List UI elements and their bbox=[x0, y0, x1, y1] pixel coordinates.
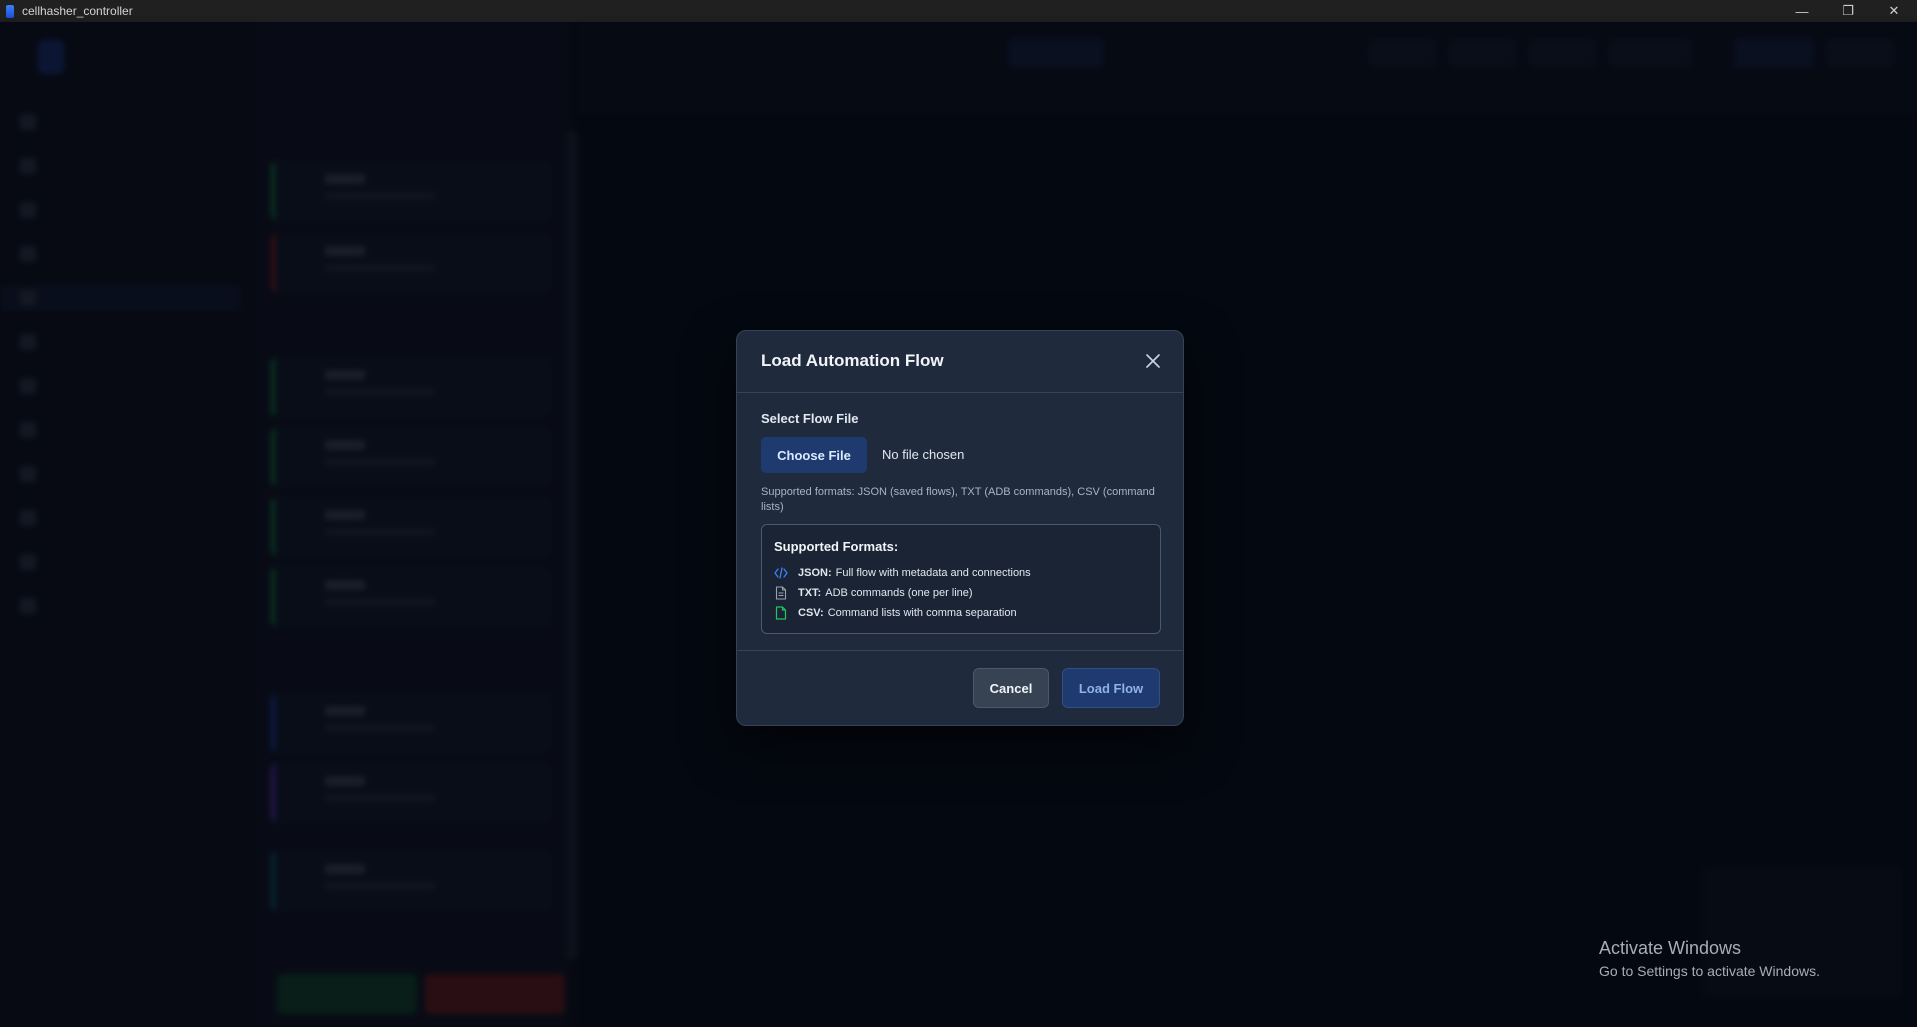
window-controls: — ❐ ✕ bbox=[1779, 0, 1917, 22]
dialog-footer-divider bbox=[737, 650, 1183, 651]
close-window-button[interactable]: ✕ bbox=[1871, 0, 1917, 22]
watermark-title: Activate Windows bbox=[1599, 938, 1742, 958]
format-item-csv: CSV: Command lists with comma separation bbox=[774, 605, 1017, 621]
file-icon bbox=[774, 606, 788, 620]
restore-button[interactable]: ❐ bbox=[1825, 0, 1871, 22]
format-item-json: JSON: Full flow with metadata and connec… bbox=[774, 565, 1031, 581]
format-item-txt: TXT: ADB commands (one per line) bbox=[774, 585, 973, 601]
file-field-label: Select Flow File bbox=[761, 411, 859, 426]
format-name: CSV: bbox=[798, 607, 824, 619]
format-name: TXT: bbox=[798, 587, 822, 599]
file-status-text: No file chosen bbox=[882, 447, 965, 462]
close-icon bbox=[1146, 354, 1160, 368]
load-flow-button[interactable]: Load Flow bbox=[1062, 668, 1160, 708]
cancel-button[interactable]: Cancel bbox=[973, 668, 1049, 708]
supported-formats-panel: Supported Formats: JSON: Full flow with … bbox=[761, 524, 1161, 634]
document-icon bbox=[774, 586, 788, 600]
watermark-subtitle: Go to Settings to activate Windows. bbox=[1599, 963, 1820, 979]
format-name: JSON: bbox=[798, 567, 832, 579]
dialog-title: Load Automation Flow bbox=[761, 351, 944, 370]
format-description: Full flow with metadata and connections bbox=[835, 567, 1031, 579]
format-description: Command lists with comma separation bbox=[827, 607, 1017, 619]
app-icon bbox=[6, 4, 14, 18]
formats-title: Supported Formats: bbox=[774, 539, 899, 554]
activate-windows-watermark: Activate Windows Go to Settings to activ… bbox=[1599, 938, 1820, 979]
dialog-header: Load Automation Flow bbox=[737, 331, 1183, 393]
window-titlebar: cellhasher_controller — ❐ ✕ bbox=[0, 0, 1917, 22]
load-flow-dialog: Load Automation Flow Select Flow File Ch… bbox=[736, 330, 1184, 726]
code-icon bbox=[774, 566, 788, 580]
supported-formats-help: Supported formats: JSON (saved flows), T… bbox=[761, 486, 1155, 513]
minimize-button[interactable]: — bbox=[1779, 0, 1825, 22]
format-description: ADB commands (one per line) bbox=[825, 587, 973, 599]
close-dialog-button[interactable] bbox=[1141, 349, 1165, 373]
choose-file-button[interactable]: Choose File bbox=[761, 437, 867, 473]
window-title: cellhasher_controller bbox=[22, 4, 133, 18]
